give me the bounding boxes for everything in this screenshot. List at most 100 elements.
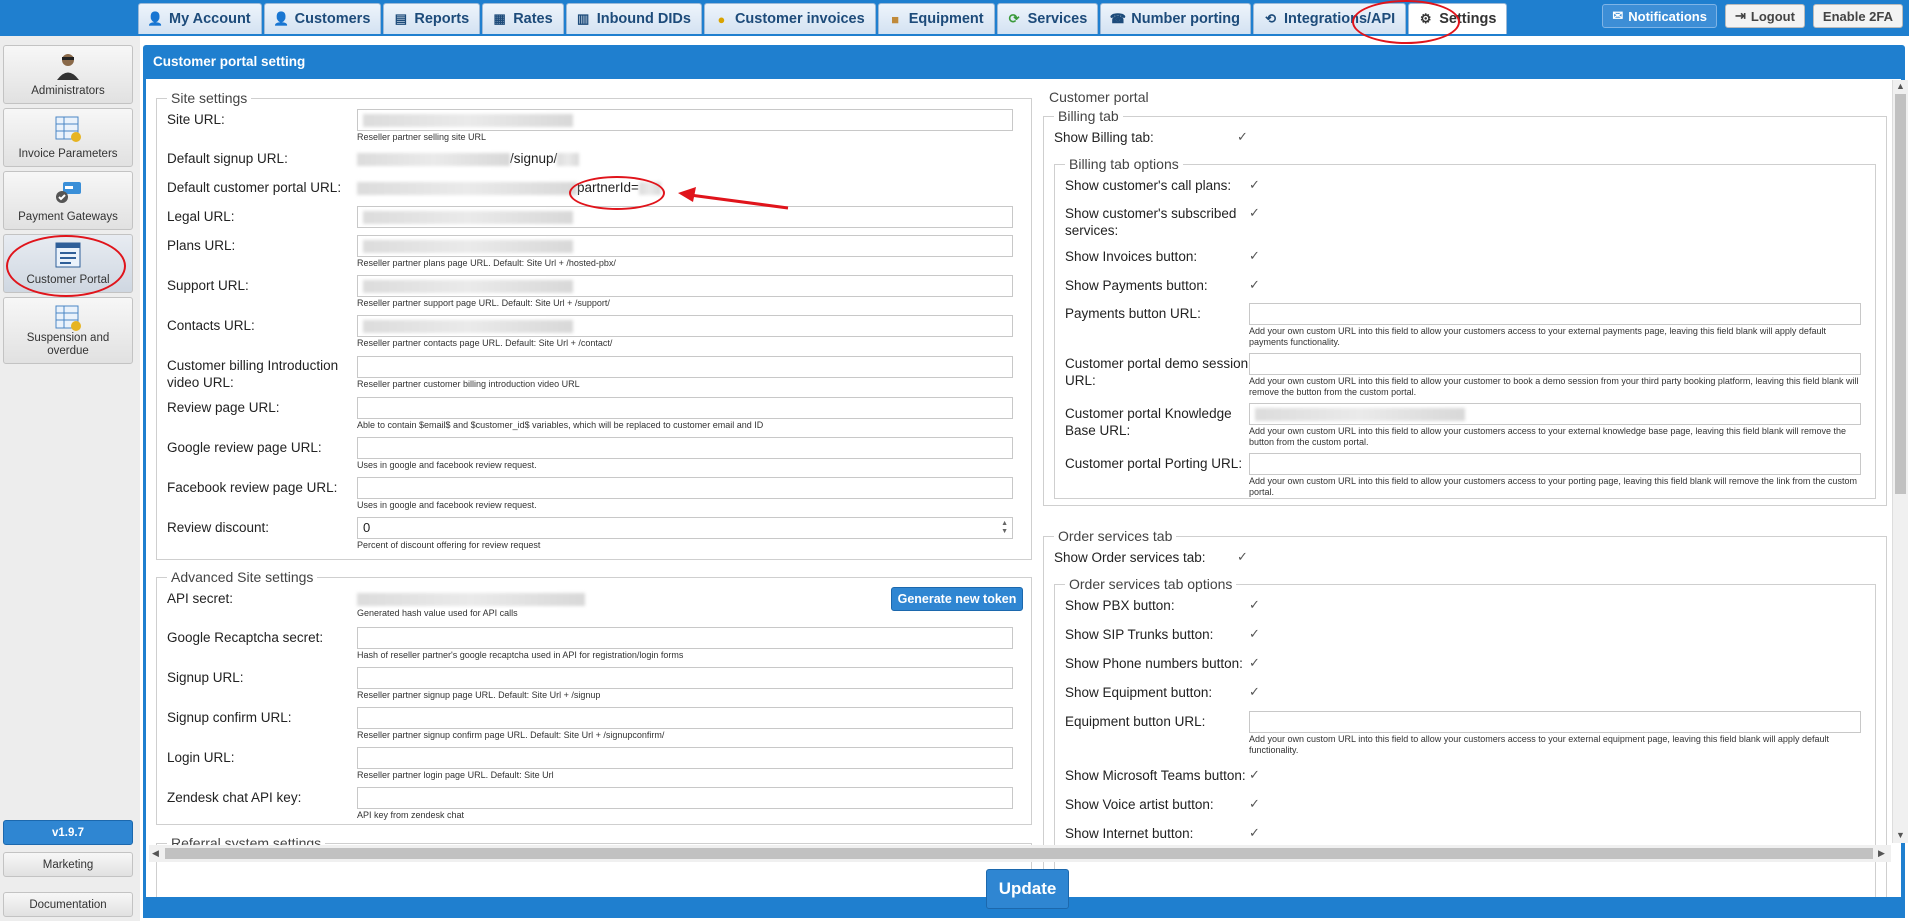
sip-trunks-checkbox[interactable]: ✓ — [1249, 627, 1263, 641]
internet-button-checkbox[interactable]: ✓ — [1249, 826, 1263, 840]
call-plans-checkbox[interactable]: ✓ — [1249, 178, 1263, 192]
payments-button-checkbox[interactable]: ✓ — [1249, 278, 1263, 292]
settings-content: Site settings Site URL: Reseller partner… — [146, 79, 1901, 897]
enable-2fa-button[interactable]: Enable 2FA — [1812, 4, 1903, 28]
recaptcha-secret-input[interactable] — [357, 627, 1013, 649]
contacts-url-hint: Reseller partner contacts page URL. Defa… — [357, 338, 613, 348]
demo-session-url-input[interactable] — [1249, 353, 1861, 375]
review-page-url-label: Review page URL: — [167, 400, 280, 415]
login-url-input[interactable] — [357, 747, 1013, 769]
default-signup-url-value: /signup/ — [357, 150, 580, 167]
tab-services[interactable]: ⟳ Services — [996, 3, 1099, 34]
site-settings-legend: Site settings — [167, 90, 252, 106]
zendesk-key-input[interactable] — [357, 787, 1013, 809]
facebook-review-url-hint: Uses in google and facebook review reque… — [357, 500, 537, 510]
phone-icon: ☎ — [1109, 11, 1126, 26]
default-signup-url-label: Default signup URL: — [167, 151, 288, 166]
update-button[interactable]: Update — [986, 869, 1069, 909]
tab-customers[interactable]: 👤 Customers — [263, 3, 382, 34]
version-badge[interactable]: v1.9.7 — [3, 820, 133, 845]
sidebar-item-invoice-parameters[interactable]: Invoice Parameters — [3, 108, 133, 167]
tab-my-account[interactable]: 👤 My Account — [138, 3, 262, 34]
tab-inbound-dids[interactable]: ▥ Inbound DIDs — [565, 3, 702, 34]
sidebar-item-administrators[interactable]: Administrators — [3, 45, 133, 104]
tab-customer-invoices[interactable]: ● Customer invoices — [703, 3, 876, 34]
billing-tab-legend: Billing tab — [1054, 108, 1123, 124]
login-url-hint: Reseller partner login page URL. Default… — [357, 770, 554, 780]
logout-icon: ⇥ — [1734, 8, 1746, 23]
review-page-url-input[interactable] — [357, 397, 1013, 419]
zendesk-key-label: Zendesk chat API key: — [167, 790, 302, 805]
api-secret-label: API secret: — [167, 591, 234, 606]
tab-equipment[interactable]: ■ Equipment — [877, 3, 995, 34]
billing-options-fieldset: Billing tab options Show customer's call… — [1054, 156, 1876, 499]
vertical-scrollbar[interactable]: ▲ ▼ — [1892, 80, 1908, 843]
signup-confirm-url-input[interactable] — [357, 707, 1013, 729]
sidebar-item-customer-portal[interactable]: Customer Portal — [3, 234, 133, 293]
site-url-hint: Reseller partner selling site URL — [357, 132, 487, 142]
site-settings-fieldset: Site settings Site URL: Reseller partner… — [156, 90, 1032, 560]
equipment-url-label: Equipment button URL: — [1065, 714, 1206, 729]
voice-artist-label: Show Voice artist button: — [1065, 797, 1214, 812]
show-billing-tab-checkbox[interactable]: ✓ — [1237, 130, 1251, 144]
voice-artist-checkbox[interactable]: ✓ — [1249, 797, 1263, 811]
vertical-scroll-thumb[interactable] — [1895, 94, 1906, 494]
default-portal-url-label: Default customer portal URL: — [167, 180, 342, 195]
tab-rates[interactable]: ▦ Rates — [482, 3, 564, 34]
horizontal-scroll-thumb[interactable] — [165, 848, 1873, 859]
support-url-hint: Reseller partner support page URL. Defau… — [357, 298, 610, 308]
signup-url-input[interactable] — [357, 667, 1013, 689]
generate-token-button[interactable]: Generate new token — [891, 587, 1023, 611]
scroll-up-icon[interactable]: ▲ — [1896, 81, 1905, 91]
knowledge-base-url-hint: Add your own custom URL into this field … — [1249, 426, 1846, 447]
equipment-button-checkbox[interactable]: ✓ — [1249, 685, 1263, 699]
logout-button[interactable]: ⇥ Logout — [1724, 4, 1805, 28]
signup-url-hint: Reseller partner signup page URL. Defaul… — [357, 690, 601, 700]
show-order-tab-checkbox[interactable]: ✓ — [1237, 550, 1251, 564]
default-portal-url-value: partnerId= — [357, 179, 661, 196]
equipment-url-input[interactable] — [1249, 711, 1861, 733]
knowledge-base-url-input[interactable] — [1249, 403, 1861, 425]
pbx-button-checkbox[interactable]: ✓ — [1249, 598, 1263, 612]
scroll-left-icon[interactable]: ◀ — [152, 848, 159, 859]
signup-url-label: Signup URL: — [167, 670, 244, 685]
subscribed-services-checkbox[interactable]: ✓ — [1249, 206, 1263, 220]
billing-video-url-input[interactable] — [357, 356, 1013, 378]
marketing-button[interactable]: Marketing — [3, 852, 133, 877]
scroll-down-icon[interactable]: ▼ — [1896, 830, 1905, 840]
review-discount-input[interactable]: 0 ▲ ▼ — [357, 517, 1013, 539]
legal-url-label: Legal URL: — [167, 209, 235, 224]
equipment-url-hint: Add your own custom URL into this field … — [1249, 734, 1829, 755]
plans-url-input[interactable] — [357, 235, 1013, 257]
scroll-right-icon[interactable]: ▶ — [1878, 848, 1885, 859]
api-secret-value — [357, 590, 585, 607]
invoices-button-label: Show Invoices button: — [1065, 249, 1198, 264]
show-billing-tab-label: Show Billing tab: — [1054, 130, 1154, 145]
sidebar-item-suspension-overdue[interactable]: Suspension and overdue — [3, 297, 133, 364]
horizontal-scrollbar[interactable]: ◀ ▶ — [149, 845, 1891, 862]
support-url-input[interactable] — [357, 275, 1013, 297]
ms-teams-checkbox[interactable]: ✓ — [1249, 768, 1263, 782]
notifications-button[interactable]: ✉ Notifications — [1602, 4, 1717, 28]
documentation-button[interactable]: Documentation — [3, 892, 133, 917]
number-spinner-icon[interactable]: ▲ ▼ — [1001, 520, 1008, 536]
contacts-url-input[interactable] — [357, 315, 1013, 337]
top-navigation-bar: 👤 My Account 👤 Customers ▤ Reports ▦ Rates ▥… — [0, 0, 1909, 36]
phone-numbers-checkbox[interactable]: ✓ — [1249, 656, 1263, 670]
invoices-button-checkbox[interactable]: ✓ — [1249, 249, 1263, 263]
tab-settings[interactable]: ⚙ Settings — [1408, 3, 1508, 34]
review-page-url-hint: Able to contain $email$ and $customer_id… — [357, 420, 764, 430]
sidebar-item-payment-gateways[interactable]: Payment Gateways — [3, 171, 133, 230]
porting-url-input[interactable] — [1249, 453, 1861, 475]
google-review-url-input[interactable] — [357, 437, 1013, 459]
administrator-icon — [57, 54, 79, 80]
facebook-review-url-input[interactable] — [357, 477, 1013, 499]
site-url-input[interactable] — [357, 109, 1013, 131]
tab-number-porting[interactable]: ☎ Number porting — [1100, 3, 1252, 34]
tab-reports[interactable]: ▤ Reports — [383, 3, 481, 34]
plans-url-label: Plans URL: — [167, 238, 236, 253]
tab-integrations-api[interactable]: ⟲ Integrations/API — [1253, 3, 1407, 34]
demo-session-url-label: Customer portal demo session URL: — [1065, 356, 1249, 388]
payments-url-input[interactable] — [1249, 303, 1861, 325]
customers-icon: 👤 — [273, 11, 290, 26]
